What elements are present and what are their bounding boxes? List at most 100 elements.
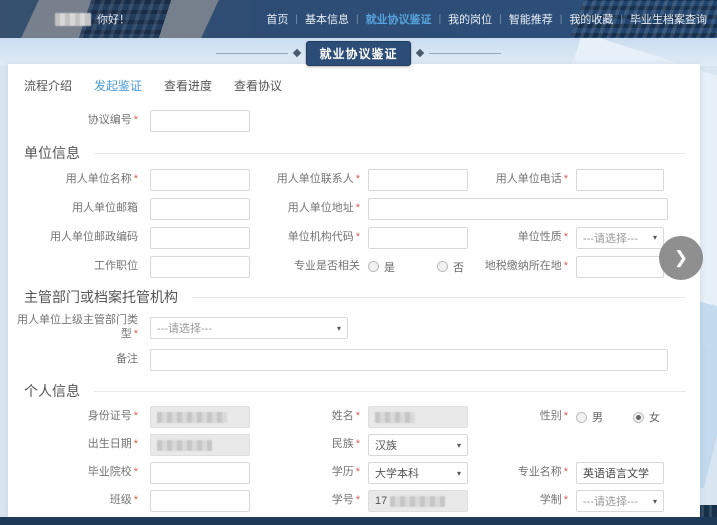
masked-value — [157, 412, 227, 423]
dept-row-1: 用人单位上级主管部门类型* ---请选择--- ▾ — [14, 309, 700, 347]
id-number-input[interactable] — [150, 406, 250, 428]
major-related-yes-radio[interactable] — [368, 261, 379, 272]
decorative-line — [429, 53, 501, 54]
diamond-icon — [415, 49, 423, 57]
student-no-input[interactable]: 17 — [368, 490, 468, 512]
section-dept: 主管部门或档案托管机构 — [14, 285, 700, 309]
radio-label-no: 否 — [453, 259, 464, 275]
schooling-select[interactable]: ---请选择--- ▾ — [576, 490, 664, 512]
required-mark: * — [134, 466, 138, 478]
required-mark: * — [134, 328, 138, 340]
masked-value — [375, 412, 415, 423]
tab-initiate-verify[interactable]: 发起鉴证 — [94, 77, 142, 94]
required-mark: * — [564, 494, 568, 506]
ethnicity-select[interactable]: 汉族 ▾ — [368, 434, 468, 456]
nav-item-agreement-verify[interactable]: 就业协议鉴证 — [366, 11, 432, 27]
student-no-prefix: 17 — [375, 495, 387, 507]
required-mark: * — [356, 410, 360, 422]
required-mark: * — [356, 202, 360, 214]
school-input[interactable] — [150, 462, 250, 484]
name-label: 姓名* — [250, 410, 368, 424]
gender-female-radio[interactable] — [633, 412, 644, 423]
tab-view-progress[interactable]: 查看进度 — [164, 77, 212, 94]
dropdown-arrow-icon: ▾ — [337, 324, 341, 333]
name-input[interactable] — [368, 406, 468, 428]
nav-separator: | — [356, 14, 359, 25]
select-placeholder: ---请选择--- — [583, 493, 638, 509]
nav-separator: | — [620, 14, 623, 25]
id-number-label: 身份证号* — [14, 410, 146, 424]
job-position-input[interactable] — [150, 256, 250, 278]
tab-view-agreement[interactable]: 查看协议 — [234, 77, 282, 94]
nav-item-archive-query[interactable]: 毕业生档案查询 — [630, 11, 707, 27]
top-navbar: 你好！ 首页 | 基本信息 | 就业协议鉴证 | 我的岗位 | 智能推荐 | 我… — [0, 0, 717, 38]
masked-value — [390, 496, 445, 507]
unit-row-2: 用人单位邮箱 用人单位地址* — [14, 194, 700, 223]
gender-male-radio[interactable] — [576, 412, 587, 423]
nav-item-home[interactable]: 首页 — [266, 11, 288, 27]
diamond-icon — [293, 49, 301, 57]
personal-row-2: 出生日期* 民族* 汉族 ▾ — [14, 431, 700, 459]
birth-date-label: 出生日期* — [14, 438, 146, 452]
agreement-no-label: 协议编号* — [14, 114, 146, 128]
radio-label-yes: 是 — [384, 259, 395, 275]
unit-contact-input[interactable] — [368, 169, 468, 191]
user-name-blurred — [55, 13, 91, 26]
parent-type-select[interactable]: ---请选择--- ▾ — [150, 317, 348, 339]
unit-nature-select[interactable]: ---请选择--- ▾ — [576, 227, 664, 249]
student-no-label: 学号* — [250, 494, 368, 508]
select-value: 汉族 — [375, 437, 397, 453]
required-mark: * — [356, 466, 360, 478]
tax-area-input[interactable] — [576, 256, 664, 278]
nav-item-basic-info[interactable]: 基本信息 — [305, 11, 349, 27]
unit-orgcode-label: 单位机构代码* — [250, 231, 368, 245]
required-mark: * — [134, 114, 138, 126]
user-greeting: 你好！ — [55, 11, 130, 27]
required-mark: * — [564, 260, 568, 272]
unit-row-4: 工作职位 专业是否相关 是 否 地税缴纳所在地* — [14, 252, 700, 281]
tab-process-intro[interactable]: 流程介绍 — [24, 77, 72, 94]
unit-phone-input[interactable] — [576, 169, 664, 191]
nav-item-my-jobs[interactable]: 我的岗位 — [448, 11, 492, 27]
personal-row-3: 毕业院校* 学历* 大学本科 ▾ 专业名称* — [14, 459, 700, 487]
tax-area-label: 地税缴纳所在地* — [468, 260, 576, 274]
next-arrow-button[interactable]: ❯ — [659, 236, 703, 280]
unit-orgcode-input[interactable] — [368, 227, 468, 249]
major-related-radio-group: 是 否 — [368, 259, 468, 275]
section-title: 个人信息 — [24, 381, 80, 401]
nav-separator: | — [560, 14, 563, 25]
required-mark: * — [564, 173, 568, 185]
major-name-label: 专业名称* — [468, 466, 576, 480]
section-title: 主管部门或档案托管机构 — [24, 287, 178, 307]
agreement-no-input[interactable] — [150, 110, 250, 132]
unit-postcode-input[interactable] — [150, 227, 250, 249]
required-mark: * — [564, 410, 568, 422]
required-mark: * — [356, 231, 360, 243]
unit-phone-label: 用人单位电话* — [468, 173, 576, 187]
required-mark: * — [564, 466, 568, 478]
dropdown-arrow-icon: ▾ — [457, 441, 461, 450]
unit-contact-label: 用人单位联系人* — [250, 173, 368, 187]
job-position-label: 工作职位 — [14, 260, 146, 274]
education-select[interactable]: 大学本科 ▾ — [368, 462, 468, 484]
unit-email-input[interactable] — [150, 198, 250, 220]
unit-name-input[interactable] — [150, 169, 250, 191]
section-rule — [192, 297, 686, 298]
nav-item-smart-recommend[interactable]: 智能推荐 — [509, 11, 553, 27]
dropdown-arrow-icon: ▾ — [457, 469, 461, 478]
class-input[interactable] — [150, 490, 250, 512]
page: 你好！ 首页 | 基本信息 | 就业协议鉴证 | 我的岗位 | 智能推荐 | 我… — [0, 0, 717, 525]
section-personal: 个人信息 — [14, 379, 700, 403]
class-label: 班级* — [14, 494, 146, 508]
select-placeholder: ---请选择--- — [583, 230, 638, 246]
unit-address-input[interactable] — [368, 198, 668, 220]
major-name-input[interactable] — [576, 462, 664, 484]
major-related-no-radio[interactable] — [437, 261, 448, 272]
gender-radio-group: 男 女 — [576, 409, 660, 425]
dropdown-arrow-icon: ▾ — [653, 233, 657, 242]
unit-address-label: 用人单位地址* — [250, 202, 368, 216]
remark-input[interactable] — [150, 349, 668, 371]
nav-item-favorites[interactable]: 我的收藏 — [569, 11, 613, 27]
birth-date-input[interactable] — [150, 434, 250, 456]
radio-label-female: 女 — [649, 409, 660, 425]
